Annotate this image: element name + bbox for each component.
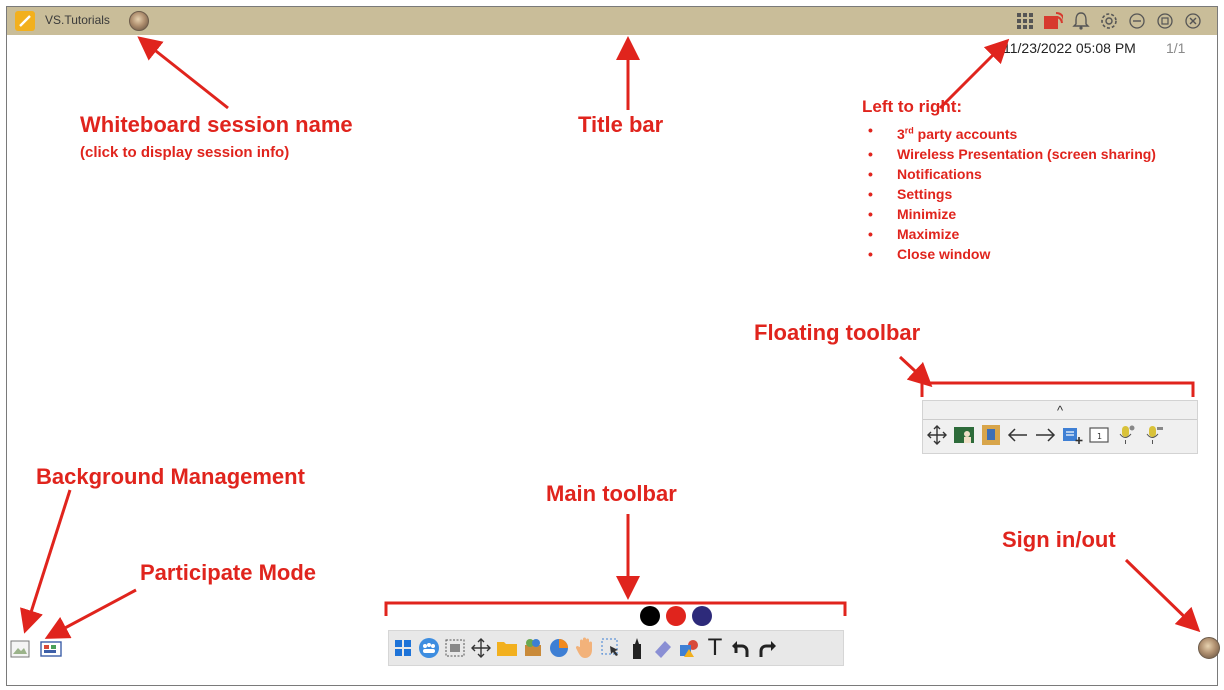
redo-icon[interactable] [755, 635, 779, 661]
folder-icon[interactable] [495, 635, 519, 661]
add-page-icon[interactable] [1060, 423, 1083, 447]
svg-text:1: 1 [1097, 432, 1102, 441]
pencil-logo-icon [15, 11, 35, 31]
select-tool-icon[interactable] [599, 635, 623, 661]
pan-hand-icon[interactable] [573, 635, 597, 661]
floating-toolbar: ^ 1 [922, 400, 1198, 454]
background-management-icon[interactable] [10, 640, 30, 658]
annotation-sign-in-out: Sign in/out [1002, 527, 1116, 552]
annotation-session-name-sub: (click to display session info) [80, 144, 290, 161]
feature-item: Notifications [868, 164, 1168, 184]
annotation-background-management: Background Management [36, 464, 305, 489]
move-pan-icon[interactable] [469, 635, 493, 661]
third-party-accounts-icon[interactable] [1015, 11, 1035, 31]
session-avatar-icon[interactable] [129, 11, 149, 31]
pen-color-red[interactable] [666, 606, 686, 626]
main-toolbar: T [388, 630, 844, 666]
feature-item: Close window [868, 244, 1168, 264]
toolbox-icon[interactable] [521, 635, 545, 661]
feature-list: 3rd party accounts Wireless Presentation… [868, 120, 1168, 264]
sign-in-out-avatar-icon[interactable] [1198, 637, 1220, 659]
text-tool-icon[interactable]: T [703, 635, 727, 661]
page-count[interactable]: 1/1 [1166, 40, 1185, 56]
windows-start-icon[interactable] [391, 635, 415, 661]
expand-toolbar-chevron-icon[interactable]: ^ [923, 401, 1197, 420]
web-browser-icon[interactable] [547, 635, 571, 661]
session-name[interactable]: VS.Tutorials [45, 13, 110, 27]
move-toolbar-icon[interactable] [925, 423, 948, 447]
recording-mic-icon[interactable] [1114, 423, 1137, 447]
participate-mode-icon[interactable] [40, 640, 62, 658]
maximize-icon[interactable] [1155, 11, 1175, 31]
pen-color-black[interactable] [640, 606, 660, 626]
annotation-participate-mode: Participate Mode [140, 560, 317, 585]
feature-item: Wireless Presentation (screen sharing) [868, 144, 1168, 164]
title-bar[interactable]: VS.Tutorials [7, 7, 1217, 35]
pen-color-navy[interactable] [692, 606, 712, 626]
feature-item: Maximize [868, 224, 1168, 244]
previous-page-arrow-icon[interactable] [1006, 423, 1029, 447]
notifications-bell-icon[interactable] [1071, 11, 1091, 31]
annotation-left-to-right: Left to right: [862, 97, 963, 116]
close-window-icon[interactable] [1183, 11, 1203, 31]
overlay-mode-icon[interactable] [979, 423, 1002, 447]
annotation-title-bar: Title bar [578, 112, 664, 137]
annotation-main-toolbar: Main toolbar [546, 481, 677, 506]
shapes-icon[interactable] [677, 635, 701, 661]
eraser-icon[interactable] [651, 635, 675, 661]
annotation-floating-toolbar: Floating toolbar [754, 320, 921, 345]
whiteboard-mode-icon[interactable] [952, 423, 975, 447]
participants-icon[interactable] [417, 635, 441, 661]
feature-item: 3rd party accounts [868, 120, 1168, 144]
feature-item: Minimize [868, 204, 1168, 224]
screen-capture-icon[interactable] [443, 635, 467, 661]
next-page-arrow-icon[interactable] [1033, 423, 1056, 447]
feature-item: Settings [868, 184, 1168, 204]
page-navigator-icon[interactable]: 1 [1087, 423, 1110, 447]
settings-gear-icon[interactable] [1099, 11, 1119, 31]
marker-pen-icon[interactable] [625, 635, 649, 661]
voice-command-mic-icon[interactable] [1141, 423, 1164, 447]
wireless-presentation-icon[interactable] [1043, 11, 1063, 31]
minimize-icon[interactable] [1127, 11, 1147, 31]
undo-icon[interactable] [729, 635, 753, 661]
annotation-session-name: Whiteboard session name [80, 112, 353, 137]
datetime-display: 11/23/2022 05:08 PM [1003, 40, 1136, 56]
